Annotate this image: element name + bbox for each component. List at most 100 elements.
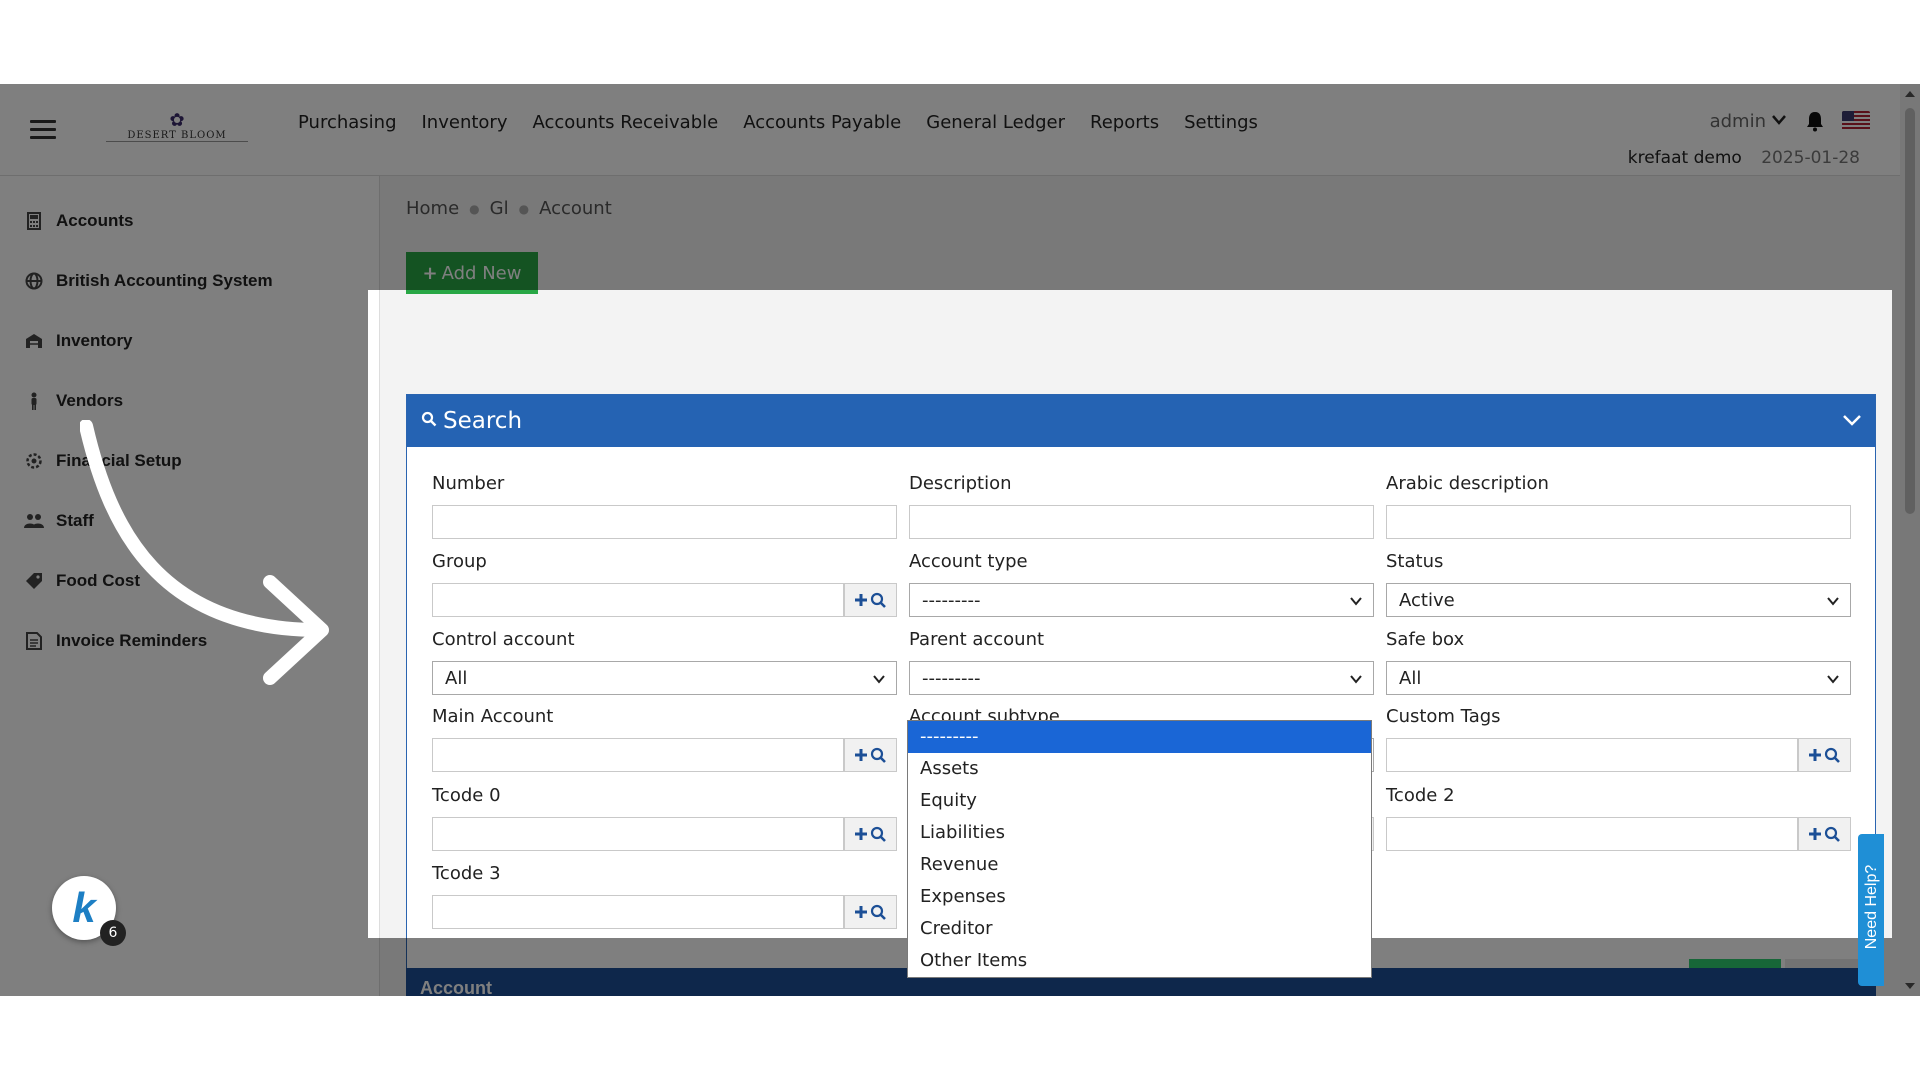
tcode0-label: Tcode 0 <box>432 785 501 806</box>
company-logo[interactable]: ✿ DESERT BLOOM <box>106 112 248 148</box>
chevron-down-icon[interactable] <box>1841 409 1863 431</box>
add-search-icon <box>1808 826 1840 842</box>
number-field: Number <box>432 473 897 539</box>
scrollbar-thumb[interactable] <box>1905 108 1915 514</box>
sidebar-item-financial-setup[interactable]: Financial Setup <box>24 446 182 476</box>
custom-tags-input[interactable] <box>1386 738 1798 772</box>
account-type-field: Account type --------- <box>909 551 1374 617</box>
tcode3-lookup-button[interactable] <box>844 895 897 929</box>
sidebar-item-invoice-reminders[interactable]: Invoice Reminders <box>24 626 207 656</box>
nav-settings[interactable]: Settings <box>1184 112 1258 133</box>
nav-purchasing[interactable]: Purchasing <box>298 112 397 133</box>
tcode2-lookup-button[interactable] <box>1798 817 1851 851</box>
chevron-down-icon <box>1350 597 1362 606</box>
tcode0-input[interactable] <box>432 817 844 851</box>
subtype-option[interactable]: Revenue <box>908 849 1371 881</box>
account-type-value: --------- <box>922 589 981 611</box>
account-type-select[interactable]: --------- <box>909 583 1374 617</box>
company-name: krefaat demo <box>1627 148 1742 168</box>
group-input[interactable] <box>432 583 844 617</box>
sidebar-item-inventory[interactable]: Inventory <box>24 326 133 356</box>
tcode0-field: Tcode 0 <box>432 785 897 851</box>
search-panel-header[interactable]: Search <box>407 395 1875 447</box>
safe-box-field: Safe box All <box>1386 629 1851 695</box>
scroll-up-icon <box>1905 91 1915 97</box>
need-help-label: Need Help? <box>1863 864 1880 950</box>
sidebar-item-food-cost[interactable]: Food Cost <box>24 566 140 596</box>
assistant-launcher[interactable]: k 6 <box>52 876 126 946</box>
control-account-select[interactable]: All <box>432 661 897 695</box>
subtype-option[interactable]: Liabilities <box>908 817 1371 849</box>
tcode0-lookup-button[interactable] <box>844 817 897 851</box>
nav-inventory[interactable]: Inventory <box>422 112 508 133</box>
scroll-down-icon <box>1905 983 1915 989</box>
control-account-label: Control account <box>432 629 575 650</box>
number-label: Number <box>432 473 505 494</box>
tcode2-input[interactable] <box>1386 817 1798 851</box>
subtype-option[interactable]: Expenses <box>908 881 1371 913</box>
add-new-button[interactable]: + Add New <box>406 252 538 294</box>
parent-account-select[interactable]: --------- <box>909 661 1374 695</box>
arabic-description-input[interactable] <box>1386 505 1851 539</box>
subtype-option[interactable]: Creditor <box>908 913 1371 945</box>
tcode2-label: Tcode 2 <box>1386 785 1455 806</box>
sidebar-item-accounts[interactable]: Accounts <box>24 206 133 236</box>
sidebar-item-british-accounting[interactable]: British Accounting System <box>24 266 273 296</box>
main-account-lookup-button[interactable] <box>844 738 897 772</box>
bell-icon[interactable] <box>1804 110 1826 132</box>
search-icon <box>421 411 437 431</box>
add-new-label: Add New <box>441 262 522 284</box>
nav-reports[interactable]: Reports <box>1090 112 1159 133</box>
person-icon <box>24 391 44 411</box>
description-field: Description <box>909 473 1374 539</box>
breadcrumb-account: Account <box>539 198 612 219</box>
arabic-description-label: Arabic description <box>1386 473 1549 494</box>
custom-tags-lookup-button[interactable] <box>1798 738 1851 772</box>
user-menu[interactable]: admin <box>1710 111 1766 132</box>
custom-tags-field: Custom Tags <box>1386 706 1851 772</box>
subtype-option[interactable]: Assets <box>908 753 1371 785</box>
subtype-option[interactable]: --------- <box>908 721 1371 753</box>
breadcrumb-home[interactable]: Home <box>406 198 459 219</box>
top-bar: ✿ DESERT BLOOM Purchasing Inventory Acco… <box>0 84 1900 176</box>
account-subtype-options: --------- Assets Equity Liabilities Reve… <box>907 720 1372 978</box>
parent-account-field: Parent account --------- <box>909 629 1374 695</box>
logo-text: DESERT BLOOM <box>106 130 248 142</box>
need-help-tab[interactable]: Need Help? <box>1858 834 1884 986</box>
subtype-option[interactable]: Equity <box>908 785 1371 817</box>
main-account-input[interactable] <box>432 738 844 772</box>
control-account-field: Control account All <box>432 629 897 695</box>
sidebar-item-staff[interactable]: Staff <box>24 506 94 536</box>
nav-general-ledger[interactable]: General Ledger <box>926 112 1065 133</box>
k-logo-icon: k <box>72 884 96 931</box>
sidebar-item-label: Food Cost <box>56 571 141 590</box>
description-input[interactable] <box>909 505 1374 539</box>
plus-icon: + <box>422 262 438 284</box>
sidebar-item-vendors[interactable]: Vendors <box>24 386 123 416</box>
group-lookup-button[interactable] <box>844 583 897 617</box>
status-select[interactable]: Active <box>1386 583 1851 617</box>
group-field: Group <box>432 551 897 617</box>
breadcrumb: Home ● Gl ● Account <box>406 198 612 219</box>
number-input[interactable] <box>432 505 897 539</box>
description-label: Description <box>909 473 1012 494</box>
sidebar-item-label: Inventory <box>56 331 133 350</box>
safe-box-select[interactable]: All <box>1386 661 1851 695</box>
chevron-down-icon[interactable] <box>1772 113 1786 129</box>
nav-accounts-receivable[interactable]: Accounts Receivable <box>532 112 718 133</box>
menu-toggle-icon[interactable] <box>30 120 56 140</box>
tcode3-input[interactable] <box>432 895 844 929</box>
subtype-option[interactable]: Other Items <box>908 945 1371 977</box>
us-flag-icon[interactable] <box>1842 111 1870 131</box>
add-search-icon <box>854 904 886 920</box>
status-label: Status <box>1386 551 1444 572</box>
sidebar-item-label: Staff <box>56 511 94 530</box>
account-type-label: Account type <box>909 551 1028 572</box>
breadcrumb-gl[interactable]: Gl <box>490 198 509 219</box>
tcode3-label: Tcode 3 <box>432 863 501 884</box>
nav-accounts-payable[interactable]: Accounts Payable <box>743 112 901 133</box>
chevron-down-icon <box>1350 675 1362 684</box>
status-value: Active <box>1399 589 1455 611</box>
add-search-icon <box>854 826 886 842</box>
page-scrollbar[interactable] <box>1900 84 1920 996</box>
